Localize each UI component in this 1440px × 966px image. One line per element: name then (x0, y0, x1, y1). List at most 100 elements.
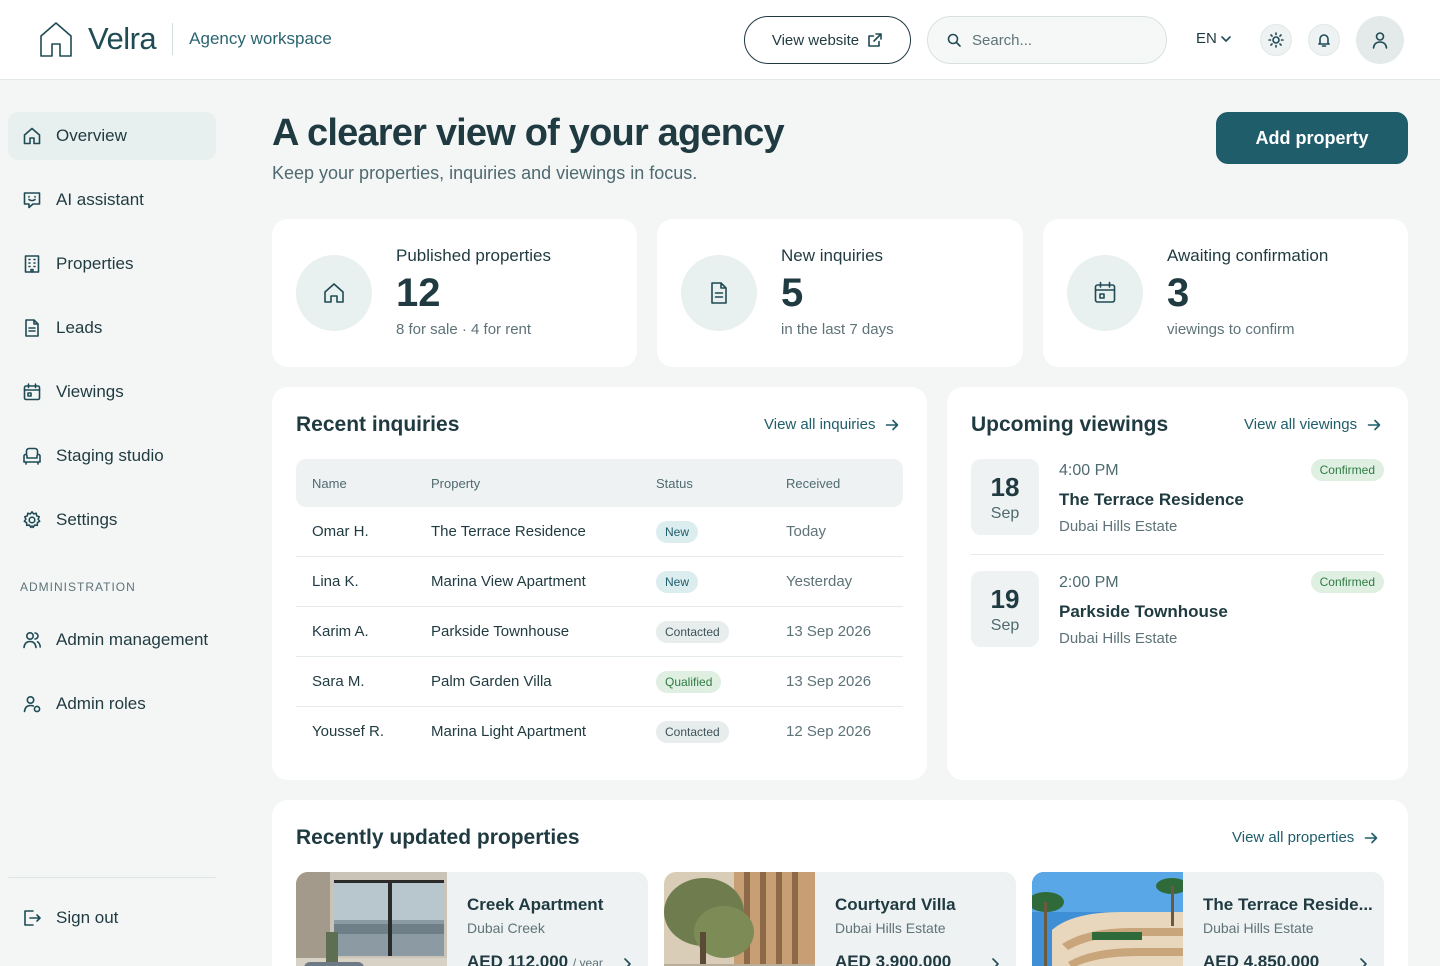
price-value: AED 3,900,000 (835, 952, 952, 966)
user-icon (1370, 30, 1390, 50)
property-location: Dubai Creek (467, 920, 545, 936)
table-row[interactable]: Youssef R. Marina Light Apartment Contac… (296, 707, 903, 757)
viewing-date: 19 Sep (971, 571, 1039, 647)
upcoming-viewings-card: Upcoming viewings View all viewings 18 S… (947, 387, 1408, 780)
property-card[interactable]: Creek Apartment Dubai Creek AED 112,000 … (296, 872, 648, 966)
table-row[interactable]: Lina K. Marina View Apartment New Yester… (296, 557, 903, 607)
theme-toggle-button[interactable] (1260, 24, 1292, 56)
inquiry-received: Yesterday (786, 573, 853, 590)
column-header: Name (312, 476, 347, 491)
add-property-button[interactable]: Add property (1216, 112, 1408, 164)
viewing-location: Dubai Hills Estate (1059, 518, 1178, 535)
property-card[interactable]: The Terrace Reside... Dubai Hills Estate… (1032, 872, 1384, 966)
viewing-date: 18 Sep (971, 459, 1039, 535)
stat-icon-circle (1067, 255, 1143, 331)
table-row[interactable]: Karim A. Parkside Townhouse Contacted 13… (296, 607, 903, 657)
property-location: Dubai Hills Estate (835, 920, 946, 936)
view-website-button[interactable]: View website (744, 16, 911, 64)
user-avatar-button[interactable] (1356, 16, 1404, 64)
table-row[interactable]: Sara M. Palm Garden Villa Qualified 13 S… (296, 657, 903, 707)
sidebar-item-properties[interactable]: Properties (8, 240, 216, 288)
view-all-viewings-link[interactable]: View all viewings (1244, 416, 1381, 433)
sidebar-item-label: Viewings (56, 382, 124, 401)
stat-note: viewings to confirm (1167, 321, 1295, 338)
page-subtitle: Keep your properties, inquiries and view… (272, 163, 698, 183)
document-icon (706, 280, 732, 306)
link-label: View all properties (1232, 829, 1355, 846)
card-title: Upcoming viewings (971, 413, 1169, 436)
property-price: AED 4,850,000 (1203, 952, 1319, 966)
property-photo (664, 872, 815, 966)
sidebar-item-overview[interactable]: Overview (8, 112, 216, 160)
status-badge: New (656, 571, 699, 593)
inquiry-name: Lina K. (312, 573, 359, 590)
stat-card-awaiting-confirmation: Awaiting confirmation 3 viewings to conf… (1043, 219, 1408, 367)
viewing-item[interactable]: 19 Sep 2:00 PM Parkside Townhouse Dubai … (971, 571, 1384, 671)
arrow-right-icon (1364, 831, 1378, 845)
sun-icon (1268, 32, 1284, 48)
sidebar-item-settings[interactable]: Settings (8, 496, 216, 544)
stat-label: Published properties (396, 246, 551, 265)
search-box[interactable] (927, 16, 1167, 64)
inquiry-name: Omar H. (312, 523, 369, 540)
brand-divider (172, 23, 174, 55)
sidebar-item-label: Leads (56, 318, 103, 337)
stat-note: in the last 7 days (781, 321, 894, 338)
sidebar-item-ai-assistant[interactable]: AI assistant (8, 176, 216, 224)
sidebar-item-staging-studio[interactable]: Staging studio (8, 432, 216, 480)
inquiry-property: The Terrace Residence (431, 523, 586, 540)
sidebar-item-label: Staging studio (56, 446, 164, 465)
calendar-icon (1092, 280, 1118, 306)
viewing-item[interactable]: 18 Sep 4:00 PM The Terrace Residence Dub… (971, 459, 1384, 559)
sidebar-item-admin-roles[interactable]: Admin roles (8, 680, 216, 728)
view-all-properties-link[interactable]: View all properties (1232, 829, 1378, 846)
inquiry-name: Sara M. (312, 673, 365, 690)
inquiry-property: Parkside Townhouse (431, 623, 570, 640)
price-value: AED 4,850,000 (1203, 952, 1320, 966)
sidebar-item-label: Admin management (56, 630, 209, 649)
chevron-right-icon (1358, 957, 1368, 966)
workspace-label: Agency workspace (189, 29, 332, 48)
column-header: Status (656, 476, 693, 491)
sign-out-label: Sign out (56, 908, 119, 927)
viewing-location: Dubai Hills Estate (1059, 630, 1178, 647)
view-website-label: View website (771, 31, 860, 49)
stat-card-new-inquiries: New inquiries 5 in the last 7 days (657, 219, 1023, 367)
recent-properties-card: Recently updated properties View all pro… (272, 800, 1408, 966)
home-icon (22, 126, 42, 146)
brand[interactable]: Velra Agency workspace (38, 20, 332, 58)
sidebar-item-viewings[interactable]: Viewings (8, 368, 216, 416)
sign-out-button[interactable]: Sign out (8, 894, 216, 942)
property-card[interactable]: Courtyard Villa Dubai Hills Estate AED 3… (664, 872, 1016, 966)
bell-icon (1316, 32, 1332, 48)
sidebar-item-admin-management[interactable]: Admin management (8, 616, 216, 664)
viewing-property: Parkside Townhouse (1059, 602, 1228, 621)
administration-section-label: ADMINISTRATION (20, 580, 136, 594)
property-name: Creek Apartment (467, 895, 604, 914)
arrow-right-icon (885, 418, 899, 432)
stat-value: 3 (1167, 271, 1190, 315)
stat-icon-circle (296, 255, 372, 331)
inquiry-name: Youssef R. (312, 723, 384, 740)
recent-inquiries-card: Recent inquiries View all inquiries Name… (272, 387, 927, 780)
notifications-button[interactable] (1308, 24, 1340, 56)
user-role-icon (22, 694, 42, 714)
table-row[interactable]: Omar H. The Terrace Residence New Today (296, 507, 903, 557)
chevron-right-icon (990, 957, 1000, 966)
calendar-icon (22, 382, 42, 402)
status-badge: Qualified (656, 671, 722, 693)
arrow-right-icon (1367, 418, 1381, 432)
sidebar-item-label: Settings (56, 510, 118, 529)
property-photo (296, 872, 447, 966)
chevron-right-icon (622, 957, 632, 966)
table-header: Name Property Status Received (296, 459, 903, 507)
sidebar-divider (8, 877, 216, 878)
column-header: Received (786, 476, 841, 491)
view-all-inquiries-link[interactable]: View all inquiries (764, 416, 899, 433)
status-badge: Confirmed (1310, 571, 1384, 593)
viewing-time: 2:00 PM (1059, 574, 1119, 591)
sidebar-item-leads[interactable]: Leads (8, 304, 216, 352)
search-input[interactable] (972, 31, 1152, 49)
language-selector[interactable]: EN (1196, 30, 1232, 47)
viewing-time: 4:00 PM (1059, 462, 1119, 479)
